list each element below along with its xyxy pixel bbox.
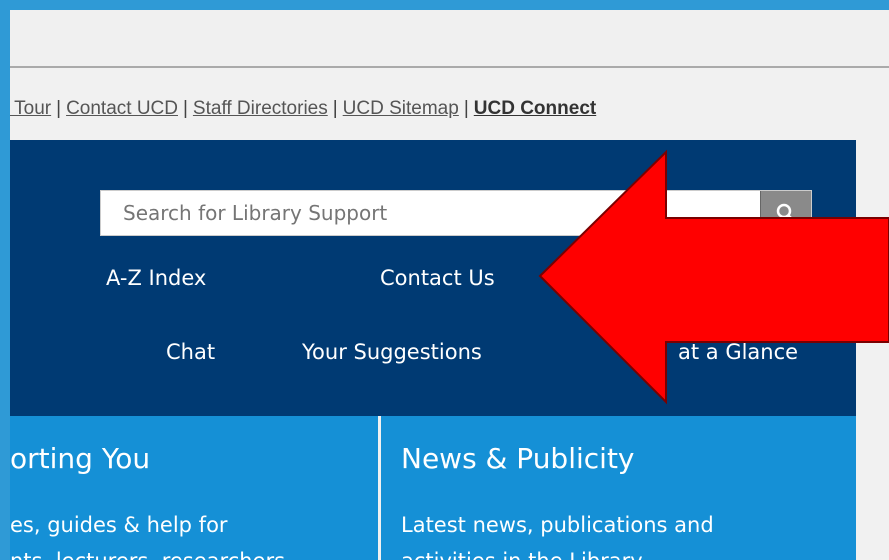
utility-links-bar: l Tour|Contact UCD|Staff Directories|UCD… bbox=[10, 98, 884, 134]
separator: | bbox=[463, 98, 469, 119]
search-button[interactable] bbox=[760, 191, 811, 235]
browser-page: l Tour|Contact UCD|Staff Directories|UCD… bbox=[10, 10, 889, 560]
nav-chat[interactable]: Chat bbox=[166, 340, 215, 364]
news-publicity-panel[interactable]: News & Publicity Latest news, publicatio… bbox=[381, 416, 856, 560]
utility-link-staff-directories[interactable]: Staff Directories bbox=[193, 98, 328, 119]
panel-text: Latest news, publications and bbox=[401, 513, 714, 537]
search-box bbox=[100, 190, 812, 236]
separator: | bbox=[332, 98, 338, 119]
nav-az-index[interactable]: A-Z Index bbox=[106, 266, 206, 290]
utility-link-contact-ucd[interactable]: Contact UCD bbox=[66, 98, 178, 119]
search-icon bbox=[776, 203, 795, 222]
nav-contact-us[interactable]: Contact Us bbox=[380, 266, 495, 290]
panel-text: nts, lecturers, researchers bbox=[10, 549, 285, 560]
library-header: A-Z Index Contact Us Chat Your Suggestio… bbox=[10, 140, 856, 416]
panel-text: es, guides & help for bbox=[10, 513, 228, 537]
panel-text: activities in the Library bbox=[401, 549, 643, 560]
top-bar bbox=[10, 10, 889, 68]
nav-your-suggestions[interactable]: Your Suggestions bbox=[302, 340, 482, 364]
separator: | bbox=[56, 98, 62, 119]
panel-title: News & Publicity bbox=[401, 442, 635, 475]
utility-link-ucd-sitemap[interactable]: UCD Sitemap bbox=[343, 98, 459, 119]
search-input[interactable] bbox=[101, 191, 761, 235]
nav-at-a-glance[interactable]: at a Glance bbox=[678, 340, 798, 364]
panel-title: orting You bbox=[10, 442, 151, 475]
utility-link-tour[interactable]: l Tour bbox=[10, 98, 51, 119]
utility-link-ucd-connect[interactable]: UCD Connect bbox=[474, 98, 596, 119]
separator: | bbox=[182, 98, 188, 119]
supporting-you-panel[interactable]: orting You es, guides & help for nts, le… bbox=[10, 416, 378, 560]
